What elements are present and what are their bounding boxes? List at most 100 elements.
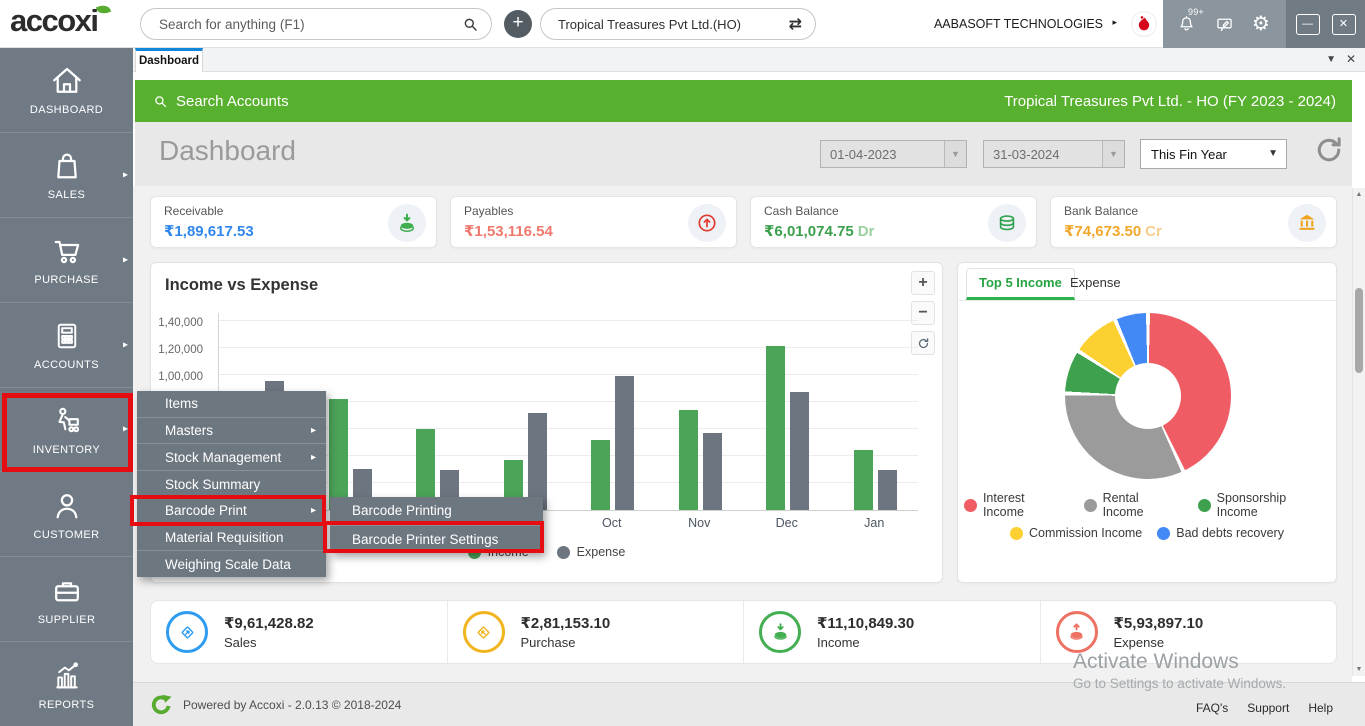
accoxi-footer-logo-icon bbox=[149, 693, 173, 717]
chevron-right-icon: ▸ bbox=[122, 254, 128, 266]
donut-legend-item-sponsorship-income: Sponsorship Income bbox=[1197, 491, 1330, 519]
donut-legend-item-bad-debts-recovery: Bad debts recovery bbox=[1157, 526, 1284, 540]
total-card-value: ₹2,81,153.10 bbox=[520, 615, 611, 632]
footer-link-support[interactable]: Support bbox=[1247, 701, 1289, 715]
menu-item-label: Weighing Scale Data bbox=[165, 556, 291, 572]
submenu-item-barcode-printing[interactable]: Barcode Printing bbox=[330, 497, 543, 526]
menu-item-stock-summary[interactable]: Stock Summary bbox=[137, 471, 326, 498]
date-from-field[interactable]: 01-04-2023 ▼ bbox=[820, 140, 967, 168]
legend-item-expense: Expense bbox=[556, 545, 625, 559]
chart-slot-sep bbox=[482, 313, 570, 510]
donut-legend: Interest Income Rental Income Sponsorship … bbox=[964, 491, 1330, 547]
sidebar-item-inventory[interactable]: INVENTORY ▸ bbox=[0, 388, 133, 473]
menu-item-masters[interactable]: Masters ▸ bbox=[137, 418, 326, 445]
summary-card-bank-balance: Bank Balance ₹74,673.50 Cr bbox=[1050, 196, 1337, 248]
sidebar-item-label: DASHBOARD bbox=[29, 104, 104, 117]
total-card-label: Income bbox=[817, 635, 860, 650]
top5-income-panel: Top 5 Income Expense Interest Income Rent… bbox=[957, 262, 1337, 583]
add-new-button[interactable]: + bbox=[504, 10, 532, 38]
period-select-value: This Fin Year bbox=[1151, 147, 1227, 162]
chart-slot-dec bbox=[744, 313, 832, 510]
summary-cards-row: Receivable ₹1,89,617.53 Payables ₹1,53,116.… bbox=[150, 196, 1337, 248]
menu-item-stock-management[interactable]: Stock Management ▸ bbox=[137, 444, 326, 472]
bar-expense-sep bbox=[527, 412, 547, 510]
scrollbar-up-icon[interactable]: ▲ bbox=[1353, 191, 1365, 198]
summary-card-value: ₹74,673.50 Cr bbox=[1064, 223, 1162, 240]
summary-card-label: Cash Balance bbox=[764, 204, 839, 218]
submenu-item-label: Barcode Printer Settings bbox=[352, 531, 499, 547]
chevron-right-icon: ▸ bbox=[122, 339, 128, 351]
sidebar-item-label: CUSTOMER bbox=[33, 528, 100, 541]
app-window: accoxi + Tropical Treasures Pvt Ltd.(HO)… bbox=[0, 0, 1365, 726]
scrollbar-down-icon[interactable]: ▼ bbox=[1353, 666, 1365, 673]
period-select[interactable]: This Fin Year ▼ bbox=[1140, 139, 1287, 169]
accounts-search-bar: Search Accounts Tropical Treasures Pvt L… bbox=[135, 80, 1352, 122]
total-card-label: Expense bbox=[1113, 635, 1165, 650]
sidebar-item-purchase[interactable]: PURCHASE ▸ bbox=[0, 218, 133, 303]
income-coin-down-icon bbox=[759, 611, 801, 653]
search-icon[interactable] bbox=[461, 15, 480, 34]
powered-by-text: Powered by Accoxi - 2.0.13 © 2018-2024 bbox=[183, 698, 402, 712]
total-card-value: ₹11,10,849.30 bbox=[817, 615, 915, 632]
menu-item-weighing-scale-data[interactable]: Weighing Scale Data bbox=[137, 551, 326, 577]
company-selector[interactable]: Tropical Treasures Pvt Ltd.(HO) ⇄ bbox=[540, 8, 816, 40]
menu-item-label: Items bbox=[165, 396, 199, 412]
donut-legend-label: Bad debts recovery bbox=[1176, 526, 1284, 540]
total-card-text: ₹11,10,849.30 Income bbox=[817, 614, 914, 650]
sidebar-item-sales[interactable]: SALES ▸ bbox=[0, 133, 133, 218]
menu-item-material-requisition[interactable]: Material Requisition bbox=[137, 525, 326, 552]
sidebar-item-dashboard[interactable]: DASHBOARD bbox=[0, 48, 133, 133]
search-accounts[interactable]: Search Accounts bbox=[152, 93, 289, 110]
summary-card-value: ₹1,89,617.53 bbox=[164, 223, 254, 240]
chart-zoom-in-button[interactable]: + bbox=[911, 271, 935, 295]
menu-item-barcode-print[interactable]: Barcode Print ▸ bbox=[137, 498, 326, 525]
sidebar-item-label: SUPPLIER bbox=[37, 613, 96, 626]
period-select-caret-icon: ▼ bbox=[1268, 148, 1278, 159]
home-icon bbox=[49, 63, 85, 99]
expense-coin-up-icon bbox=[1055, 611, 1098, 653]
close-button[interactable]: ✕ bbox=[1331, 13, 1356, 35]
avatar[interactable] bbox=[1131, 11, 1157, 37]
footer-link-help[interactable]: Help bbox=[1308, 701, 1333, 715]
account-caret-icon: ▸ bbox=[1112, 17, 1117, 27]
sidebar-item-reports[interactable]: REPORTS bbox=[0, 642, 133, 726]
summary-card-payables: Payables ₹1,53,116.54 bbox=[450, 196, 737, 248]
messages-icon[interactable] bbox=[1214, 14, 1235, 35]
tab-top5-income[interactable]: Top 5 Income bbox=[966, 268, 1075, 300]
menu-item-items[interactable]: Items bbox=[137, 391, 326, 418]
chart-slot-nov bbox=[657, 313, 745, 510]
sidebar: DASHBOARD SALES ▸ PURCHASE ▸ ACCOUNTS ▸ INVENTO… bbox=[0, 48, 133, 726]
minimize-button[interactable]: — bbox=[1295, 13, 1320, 35]
sidebar-item-accounts[interactable]: ACCOUNTS ▸ bbox=[0, 303, 133, 388]
scrollbar-thumb[interactable] bbox=[1355, 288, 1363, 373]
legend-dot-icon bbox=[1010, 526, 1024, 540]
footer-links: FAQ's Support Help bbox=[1196, 701, 1333, 715]
legend-dot-icon bbox=[1083, 498, 1097, 512]
account-name[interactable]: AABASOFT TECHNOLOGIES bbox=[934, 17, 1103, 31]
window-controls: — ✕ bbox=[1286, 0, 1365, 48]
date-to-caret-icon: ▼ bbox=[1102, 141, 1124, 167]
switch-company-icon[interactable]: ⇄ bbox=[789, 14, 802, 34]
global-search-input[interactable] bbox=[159, 10, 449, 38]
footer-link-faq-s[interactable]: FAQ's bbox=[1196, 701, 1228, 715]
settings-gear-icon[interactable]: ⚙ bbox=[1252, 13, 1273, 35]
tab-expense[interactable]: Expense bbox=[1070, 275, 1121, 290]
date-to-field[interactable]: 31-03-2024 ▼ bbox=[983, 140, 1125, 168]
menu-item-label: Masters bbox=[165, 423, 214, 439]
sidebar-item-supplier[interactable]: SUPPLIER bbox=[0, 557, 133, 643]
donut-legend-label: Commission Income bbox=[1029, 526, 1143, 540]
sidebar-item-customer[interactable]: CUSTOMER bbox=[0, 472, 133, 558]
accounts-calculator-icon bbox=[49, 318, 85, 354]
notifications-bell-icon[interactable]: 99+ bbox=[1176, 7, 1204, 35]
refresh-icon[interactable] bbox=[1313, 134, 1345, 166]
y-axis-label: 1,40,000 bbox=[158, 317, 203, 329]
chevron-right-icon: ▸ bbox=[310, 505, 316, 517]
total-card-text: ₹2,81,153.10 Purchase bbox=[521, 614, 611, 650]
sidebar-item-label: REPORTS bbox=[38, 698, 95, 711]
submenu-item-barcode-printer-settings[interactable]: Barcode Printer Settings bbox=[330, 526, 543, 554]
vertical-scrollbar[interactable]: ▲ ▼ bbox=[1352, 188, 1365, 676]
tab-dashboard[interactable]: Dashboard bbox=[135, 48, 203, 72]
tab-close-icon[interactable]: ✕ bbox=[1346, 52, 1356, 66]
sidebar-item-label: INVENTORY bbox=[32, 443, 101, 456]
tab-list-caret-icon[interactable]: ▼ bbox=[1326, 54, 1336, 65]
